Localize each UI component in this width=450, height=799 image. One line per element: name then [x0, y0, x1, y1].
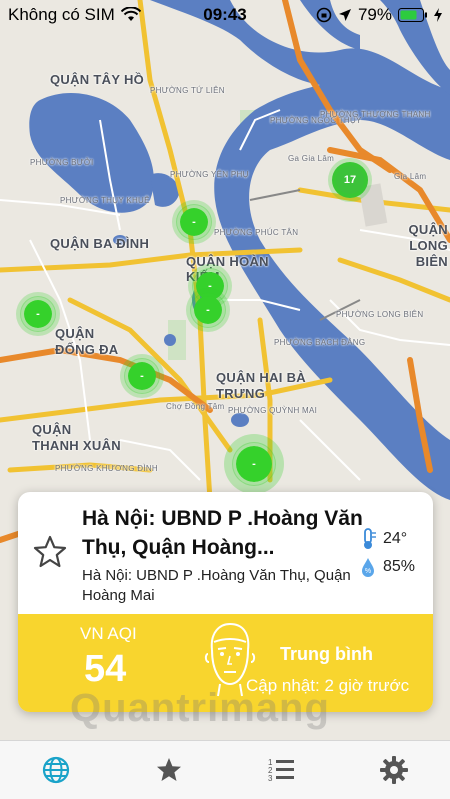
- last-updated: Cập nhật: 2 giờ trước: [246, 676, 410, 695]
- favorite-star-icon[interactable]: [32, 534, 68, 570]
- battery-percent: 79%: [357, 5, 392, 24]
- station-marker[interactable]: -: [20, 296, 56, 332]
- aqi-value: 54: [84, 648, 127, 690]
- station-address: Hà Nội: UBND P .Hoàng Văn Thụ, Quận Hoàn…: [82, 567, 351, 604]
- station-header: Hà Nội: UBND P .Hoàng Văn Thụ, Quận Hoàn…: [18, 492, 433, 614]
- gear-icon: [379, 756, 408, 784]
- rotation-lock-icon: [316, 7, 332, 23]
- tab-ranking[interactable]: 1 2 3: [261, 750, 301, 790]
- map-label: QUẬN BA ĐÌNH: [50, 236, 150, 251]
- map-label: QUẬN THANH XUÂN: [32, 422, 121, 453]
- globe-icon: [43, 756, 70, 784]
- wifi-icon: [120, 7, 141, 21]
- map-label: Gia Lâm: [394, 172, 427, 181]
- aqi-status: Trung bình: [280, 644, 373, 664]
- svg-text:%: %: [365, 568, 371, 575]
- map-label: PHƯỜNG TỨ LIÊN: [150, 86, 225, 95]
- svg-text:3: 3: [268, 774, 273, 783]
- map-label: PHƯỜNG KHƯƠNG ĐÌNH: [55, 464, 159, 473]
- thermometer-icon: [364, 528, 376, 549]
- selected-station-marker[interactable]: -: [232, 442, 276, 486]
- station-card[interactable]: Hà Nội: UBND P .Hoàng Văn Thụ, Quận Hoàn…: [18, 492, 433, 712]
- map-label: PHƯỜNG BƯỞI: [30, 158, 94, 167]
- charging-icon: [434, 8, 442, 22]
- battery-icon: [398, 8, 427, 22]
- map-label: QUẬN LONG BIÊN: [408, 222, 448, 269]
- carrier-label: Không có SIM: [8, 5, 115, 24]
- temperature-value: 24°: [383, 530, 408, 547]
- aqi-label: VN AQI: [80, 624, 137, 643]
- map-label: Ga Gia Lâm: [288, 154, 335, 163]
- weather-info: 24° % 85%: [358, 525, 433, 581]
- map-label: PHƯỜNG THƯỢNG THANH: [320, 110, 431, 119]
- tab-favorites[interactable]: [149, 750, 189, 790]
- map-label: QUẬN HAI BÀ TRƯNG: [216, 370, 306, 401]
- map-label: QUẬN TÂY HỒ: [50, 72, 145, 87]
- list-icon: 1 2 3: [268, 758, 295, 783]
- tab-map[interactable]: [36, 750, 76, 790]
- status-bar: Không có SIM 09:43 79%: [0, 0, 450, 30]
- station-marker[interactable]: -: [190, 292, 226, 328]
- map-label: QUẬN ĐỐNG ĐA: [55, 326, 119, 357]
- map-label: Chợ Đồng Tâm: [166, 402, 225, 411]
- tab-bar: 1 2 3: [0, 740, 450, 799]
- station-title: Hà Nội: UBND P .Hoàng Văn Thụ, Quận Hoàn…: [82, 507, 363, 559]
- map-label: PHƯỜNG LONG BIÊN: [336, 310, 424, 319]
- humidity-value: 85%: [383, 558, 416, 575]
- station-marker[interactable]: -: [176, 204, 212, 240]
- map-label: PHƯỜNG THỤY KHUÊ: [60, 196, 150, 205]
- map-label: PHƯỜNG QUỲNH MAI: [228, 406, 318, 415]
- humidity-drop-icon: %: [362, 558, 374, 577]
- aqi-panel: VN AQI 54 Trung bình Cập nhật: 2 giờ trư…: [18, 614, 433, 712]
- map-label: PHƯỜNG YÊN PHỤ: [170, 170, 249, 179]
- cluster-marker[interactable]: 17: [332, 162, 368, 198]
- star-icon: [156, 758, 181, 781]
- map-label: PHƯỜNG PHÚC TÂN: [214, 228, 299, 237]
- map-label: PHƯỜNG BẠCH ĐẰNG: [274, 338, 366, 347]
- location-arrow-icon: [338, 9, 351, 21]
- tab-settings[interactable]: [374, 750, 414, 790]
- station-marker[interactable]: -: [124, 358, 160, 394]
